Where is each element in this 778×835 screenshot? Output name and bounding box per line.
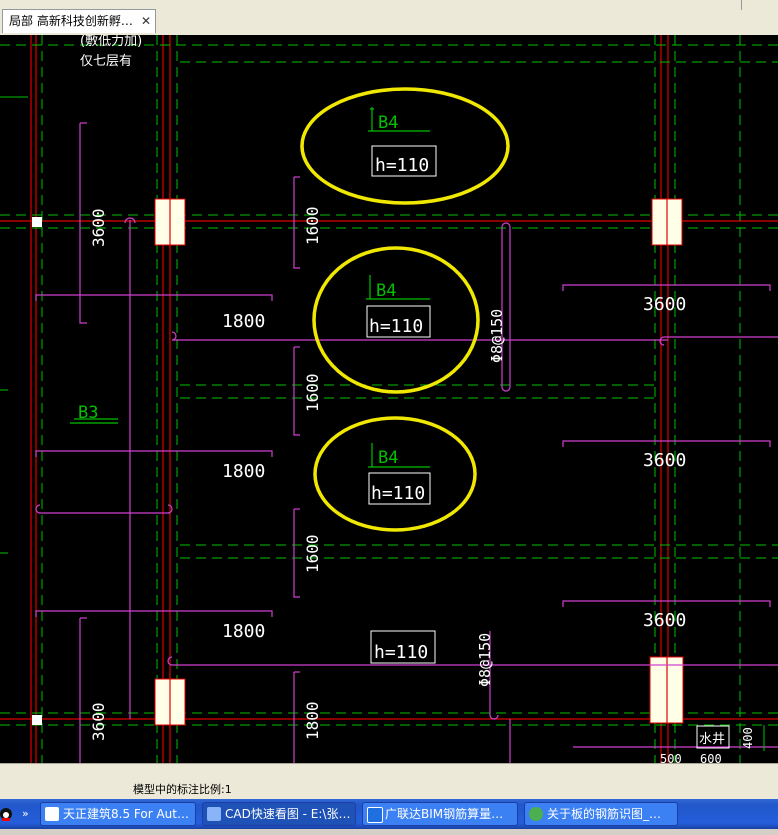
taskbar-item-glodon[interactable]: 广联达BIM钢筋算量… bbox=[362, 802, 518, 826]
bottom-dimension: 600 bbox=[700, 752, 722, 763]
taskbar-item-tangent[interactable]: 天正建筑8.5 For Aut… bbox=[40, 802, 196, 826]
taskbar: » 天正建筑8.5 For Aut… CAD快速看图 - E:\张… 广联达BI… bbox=[0, 799, 778, 829]
horizontal-scrollbar[interactable] bbox=[0, 763, 778, 781]
chevron-right-icon[interactable]: » bbox=[22, 802, 29, 826]
taskbar-item-label: 天正建筑8.5 For Aut… bbox=[63, 807, 189, 821]
tangent-app-icon bbox=[45, 807, 59, 821]
close-icon[interactable]: ✕ bbox=[141, 10, 151, 32]
browser-icon bbox=[529, 807, 543, 821]
dimension-label: 1800 bbox=[303, 701, 322, 740]
note-line-1: (敷低力加) bbox=[80, 35, 142, 49]
taskbar-item-label: 广联达BIM钢筋算量… bbox=[385, 807, 504, 821]
title-bar: 局部 高新科技创新孵… ✕ bbox=[0, 0, 778, 36]
water-well-label: 水井 bbox=[699, 732, 725, 747]
qq-icon[interactable] bbox=[0, 802, 16, 826]
thickness-label: h=110 bbox=[369, 316, 423, 337]
rebar-label: Φ8@150 bbox=[476, 633, 494, 687]
thickness-label: h=110 bbox=[371, 483, 425, 504]
annotation-scale-text: 模型中的标注比例:1 bbox=[133, 783, 232, 796]
taskbar-item-label: CAD快速看图 - E:\张… bbox=[225, 807, 351, 821]
dimension-label: 3600 bbox=[89, 702, 108, 741]
slab-label: B4 bbox=[378, 448, 398, 468]
note-line-2: 仅七层有 bbox=[80, 54, 132, 69]
right-dimension: 400 bbox=[741, 727, 755, 749]
taskbar-item-browser[interactable]: 关于板的钢筋识图_… bbox=[524, 802, 678, 826]
divider bbox=[741, 0, 742, 10]
taskbar-item-cad-viewer[interactable]: CAD快速看图 - E:\张… bbox=[202, 802, 356, 826]
document-tab[interactable]: 局部 高新科技创新孵… ✕ bbox=[2, 9, 156, 33]
dimension-label: 1600 bbox=[303, 534, 322, 573]
dimension-label: 3600 bbox=[89, 208, 108, 247]
dimension-label: 3600 bbox=[643, 610, 686, 631]
status-bar: 模型中的标注比例:1 bbox=[0, 780, 778, 799]
dimension-label: 3600 bbox=[643, 450, 686, 471]
dimension-label: 1800 bbox=[222, 311, 265, 332]
slab-label: B4 bbox=[376, 281, 396, 301]
glodon-icon bbox=[367, 807, 383, 823]
dimension-label: 3600 bbox=[643, 294, 686, 315]
dimension-label: 1800 bbox=[222, 461, 265, 482]
cad-viewer-icon bbox=[207, 807, 221, 821]
taskbar-item-label: 关于板的钢筋识图_… bbox=[547, 807, 662, 821]
tab-label: 局部 高新科技创新孵… bbox=[9, 14, 133, 28]
slab-label: B3 bbox=[78, 403, 98, 423]
dimension-label: 1800 bbox=[222, 621, 265, 642]
dimension-label: 1600 bbox=[303, 206, 322, 245]
slab-label: B4 bbox=[378, 113, 398, 133]
drawing-canvas[interactable]: (敷低力加) 仅七层有 B4 B4 B4 B3 h=110 h=110 h=11… bbox=[0, 35, 778, 763]
dimension-label: 1600 bbox=[303, 373, 322, 412]
bottom-dimension: 500 bbox=[660, 752, 682, 763]
thickness-label: h=110 bbox=[374, 642, 428, 663]
thickness-label: h=110 bbox=[375, 155, 429, 176]
rebar-label: Φ8@150 bbox=[488, 309, 506, 363]
